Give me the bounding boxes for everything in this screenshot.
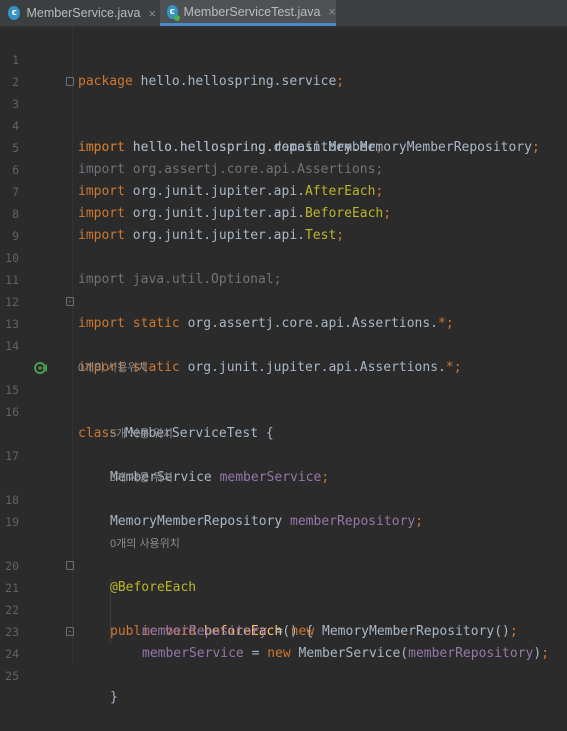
editor-tab-bar: c MemberService.java × c MemberServiceTe…: [0, 0, 567, 27]
java-class-icon: c: [8, 6, 21, 20]
code-line: 22 memberRepository = new MemoryMemberRe…: [0, 577, 567, 639]
code-line: 1 package hello.hellospring.service;: [0, 27, 567, 89]
inlay-hint-line: 5개 사용 위치: [0, 401, 567, 440]
code-line: 3 import hello.hellospring.domain.Member…: [0, 71, 567, 155]
code-line: 11: [0, 247, 567, 287]
close-icon[interactable]: ×: [148, 6, 156, 21]
code-line: 17 MemberService memberService;: [0, 423, 567, 485]
code-line: 6 import org.junit.jupiter.api.AfterEach…: [0, 137, 567, 199]
tab-member-service[interactable]: c MemberService.java ×: [0, 0, 156, 26]
fold-icon[interactable]: [66, 297, 74, 306]
code-line: 5 import org.assertj.core.api.Assertions…: [0, 115, 567, 177]
run-test-icon[interactable]: [34, 361, 48, 375]
code-line: 23 memberService = new MemberService(mem…: [0, 599, 567, 661]
tab-member-service-test[interactable]: c MemberServiceTest.java ×: [160, 0, 336, 26]
tab-label: MemberServiceTest.java: [183, 4, 321, 19]
code-line: 16: [0, 379, 567, 419]
code-line: 12 import static org.assertj.core.api.As…: [0, 269, 567, 331]
code-line: 15 class MemberServiceTest {: [0, 357, 567, 441]
tab-label: MemberService.java: [26, 6, 141, 20]
code-line: 7 import org.junit.jupiter.api.BeforeEac…: [0, 159, 567, 221]
code-line: 19: [0, 489, 567, 529]
code-line: 13 import static org.junit.jupiter.api.A…: [0, 291, 567, 375]
code-editor[interactable]: 1 package hello.hellospring.service; 2 3…: [0, 27, 567, 705]
line-number: 25: [5, 669, 19, 683]
code-line: 25: [0, 643, 567, 683]
code-line: 8 import org.junit.jupiter.api.Test;: [0, 181, 567, 243]
fold-icon[interactable]: [66, 561, 74, 570]
code-line: 18 MemoryMemberRepository memberReposito…: [0, 467, 567, 529]
code-line: 24 }: [0, 621, 567, 705]
inlay-hint-line: 0개의 사용위치: [0, 511, 567, 550]
code-line: 20 @BeforeEach: [0, 533, 567, 595]
code-line: 2: [0, 49, 567, 89]
inlay-hint-line: 0개의 사용위치: [0, 335, 567, 374]
fold-icon[interactable]: [66, 77, 74, 86]
inlay-hint-line: 3개 사용 위치: [0, 445, 567, 484]
code-line: 4 import hello.hellospring.repository.Me…: [0, 93, 567, 155]
code-line: 14: [0, 313, 567, 353]
java-test-class-icon: c: [167, 4, 180, 21]
code-line: 9: [0, 203, 567, 243]
fold-icon[interactable]: [66, 627, 74, 636]
code-line: 21 public void beforeEach() {: [0, 555, 567, 639]
code-line: 10 import java.util.Optional;: [0, 225, 567, 287]
close-icon[interactable]: ×: [328, 4, 336, 19]
